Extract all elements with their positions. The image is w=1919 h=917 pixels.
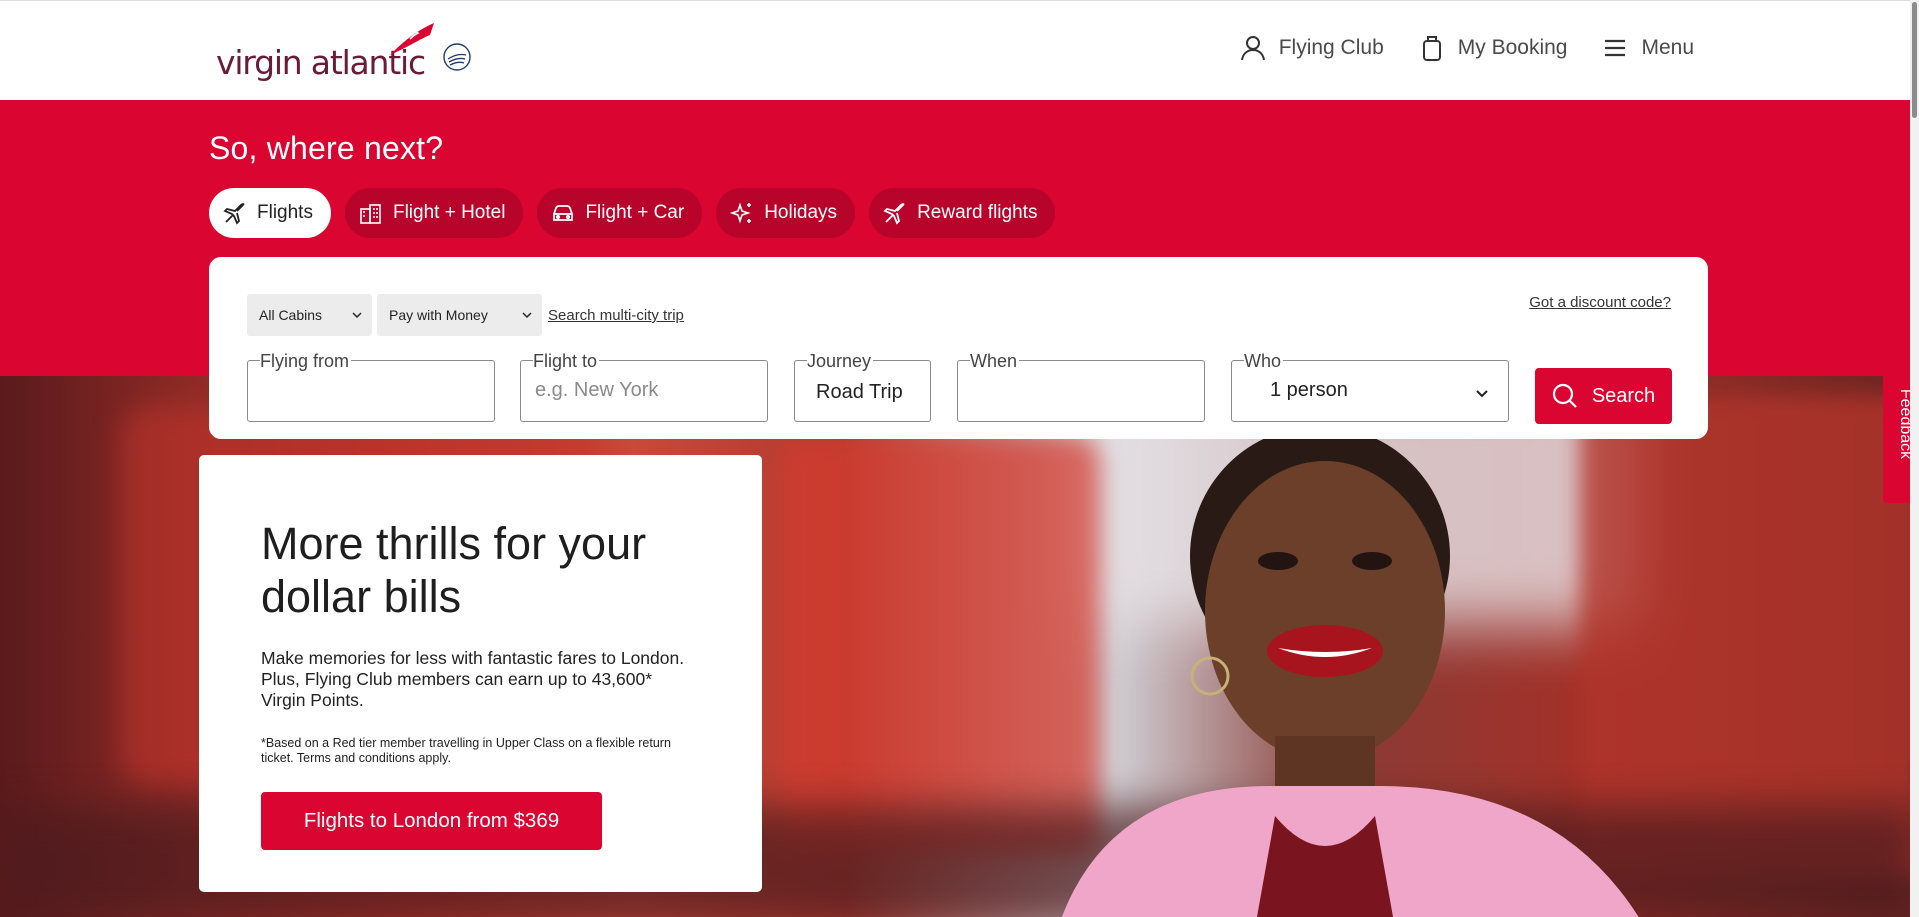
product-tabs: Flights Flight + Hotel Flight + Car Holi… — [209, 188, 1056, 238]
who-field[interactable]: Who 1 person — [1231, 351, 1509, 422]
bag-icon — [1422, 36, 1441, 61]
page-scrollbar[interactable] — [1910, 0, 1919, 917]
promo-title: More thrills for your dollar bills — [261, 518, 647, 622]
tab-reward-flights[interactable]: Reward flights — [869, 188, 1056, 238]
promo-body: Make memories for less with fantastic fa… — [261, 648, 685, 710]
search-button[interactable]: Search — [1535, 368, 1672, 424]
tab-flights[interactable]: Flights — [209, 188, 331, 238]
chevron-down-icon — [352, 312, 362, 319]
flight-to-label: Flight to — [533, 351, 600, 371]
tab-flight-hotel[interactable]: Flight + Hotel — [344, 188, 524, 238]
tab-label: Flight + Hotel — [392, 202, 506, 223]
menu-button[interactable]: Menu — [1601, 34, 1694, 62]
chevron-down-icon — [1476, 390, 1488, 398]
skyteam-icon — [443, 43, 471, 71]
flying-club-label: Flying Club — [1278, 36, 1384, 59]
plane-icon — [223, 203, 245, 225]
flight-search-form: All Cabins Pay with Money Search multi-c… — [209, 257, 1708, 439]
sparkle-icon — [730, 202, 752, 224]
who-label: Who — [1244, 351, 1284, 371]
who-value: 1 person — [1270, 379, 1348, 401]
my-booking-link[interactable]: My Booking — [1418, 34, 1568, 62]
cabin-select[interactable]: All Cabins — [247, 294, 372, 336]
plane-icon — [883, 203, 905, 225]
flying-from-label: Flying from — [260, 351, 352, 371]
chevron-down-icon — [522, 312, 532, 319]
tab-label: Flights — [257, 202, 313, 223]
page-headline: So, where next? — [209, 130, 444, 166]
payment-select-value: Pay with Money — [389, 307, 488, 323]
flight-to-input[interactable] — [535, 379, 735, 402]
multi-city-link[interactable]: Search multi-city trip — [548, 307, 684, 324]
hotel-icon — [360, 204, 381, 224]
menu-label: Menu — [1641, 36, 1694, 59]
promo-fine-print: *Based on a Red tier member travelling i… — [261, 736, 671, 765]
car-icon — [553, 205, 574, 221]
logo-signature-icon — [390, 23, 434, 55]
when-label: When — [970, 351, 1020, 371]
tab-label: Flight + Car — [585, 202, 685, 223]
search-icon — [1552, 383, 1577, 408]
tab-flight-car[interactable]: Flight + Car — [537, 188, 703, 238]
smiling-woman-photo — [1061, 436, 1639, 917]
flight-to-field[interactable]: Flight to — [520, 351, 768, 422]
journey-label: Journey — [807, 351, 874, 371]
journey-value: Road Trip — [816, 381, 903, 403]
flying-from-field[interactable]: Flying from — [247, 351, 495, 422]
scrollbar-thumb[interactable] — [1912, 2, 1917, 118]
when-field[interactable]: When — [957, 351, 1205, 422]
person-icon — [1240, 36, 1265, 61]
tab-label: Reward flights — [917, 202, 1038, 223]
search-button-label: Search — [1591, 384, 1656, 407]
tab-holidays[interactable]: Holidays — [716, 188, 856, 238]
cabin-select-value: All Cabins — [259, 307, 323, 323]
my-booking-label: My Booking — [1457, 36, 1568, 59]
flying-club-link[interactable]: Flying Club — [1239, 34, 1384, 62]
header-nav: Flying Club My Booking Menu — [1239, 34, 1694, 62]
tab-label: Holidays — [764, 202, 838, 223]
site-header: virgin atlantic Flying Club My Booking M… — [0, 0, 1919, 100]
virgin-atlantic-logo[interactable]: virgin atlantic — [216, 23, 471, 79]
discount-code-link[interactable]: Got a discount code? — [1529, 294, 1671, 311]
flights-to-london-button[interactable]: Flights to London from $369 — [261, 792, 602, 850]
hamburger-icon — [1605, 39, 1626, 57]
promo-card: More thrills for your dollar bills Make … — [199, 455, 762, 892]
payment-select[interactable]: Pay with Money — [377, 294, 542, 336]
journey-field[interactable]: Journey Road Trip — [794, 351, 931, 422]
